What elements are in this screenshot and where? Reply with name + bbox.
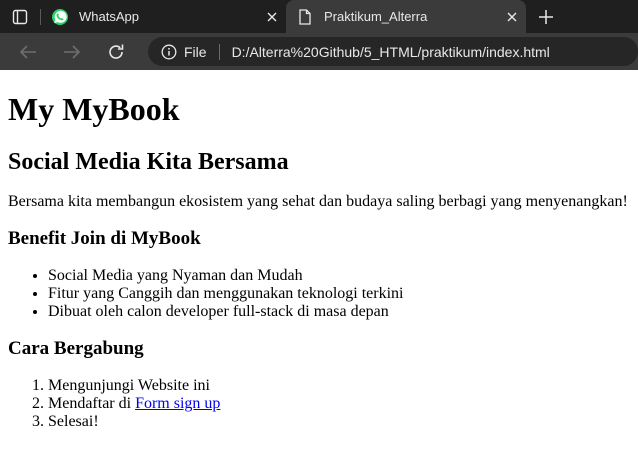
new-tab-button[interactable] — [526, 0, 566, 33]
back-button[interactable] — [10, 36, 46, 68]
close-tab-button[interactable] — [498, 3, 526, 31]
close-icon — [507, 12, 517, 21]
signup-form-link[interactable]: Form sign up — [135, 395, 220, 412]
info-icon[interactable] — [160, 43, 178, 61]
scheme-label: File — [184, 43, 207, 60]
document-icon — [296, 8, 314, 26]
step-text: Mendaftar di — [48, 395, 136, 412]
tab-praktikum-alterra[interactable]: Praktikum_Alterra — [286, 0, 526, 33]
intro-paragraph: Bersama kita membangun ekosistem yang se… — [8, 193, 628, 210]
tab-strip: WhatsApp Praktikum_Alterra — [0, 0, 638, 33]
reload-icon — [109, 44, 124, 59]
browser-toolbar: File D:/Alterra%20Github/5_HTML/praktiku… — [0, 33, 638, 70]
list-item: Mendaftar di Form sign up — [48, 395, 638, 413]
forward-button[interactable] — [54, 36, 90, 68]
join-heading: Cara Bergabung — [8, 338, 144, 359]
page-content: My MyBook Social Media Kita Bersama Bers… — [0, 70, 638, 454]
tab-title: WhatsApp — [79, 9, 139, 24]
benefits-list: Social Media yang Nyaman dan Mudah Fitur… — [8, 267, 638, 321]
reload-button[interactable] — [98, 36, 134, 68]
close-icon — [267, 12, 277, 21]
arrow-right-icon — [64, 44, 81, 59]
tab-title: Praktikum_Alterra — [324, 9, 428, 24]
close-tab-button[interactable] — [258, 3, 286, 31]
list-item: Selesai! — [48, 413, 638, 431]
plus-icon — [539, 9, 553, 24]
list-item: Dibuat oleh calon developer full-stack d… — [48, 303, 638, 321]
url-text[interactable]: D:/Alterra%20Github/5_HTML/praktikum/ind… — [232, 44, 550, 60]
list-item: Fitur yang Canggih dan menggunakan tekno… — [48, 285, 638, 303]
page-subtitle: Social Media Kita Bersama — [8, 149, 289, 175]
benefits-heading: Benefit Join di MyBook — [8, 228, 201, 249]
address-bar[interactable]: File D:/Alterra%20Github/5_HTML/praktiku… — [148, 37, 638, 66]
tab-whatsapp[interactable]: WhatsApp — [41, 0, 286, 33]
page-title: My MyBook — [8, 91, 180, 127]
tab-actions-button[interactable] — [0, 0, 40, 33]
whatsapp-icon — [51, 8, 69, 26]
join-steps-list: Mengunjungi Website ini Mendaftar di For… — [8, 377, 638, 431]
list-item: Mengunjungi Website ini — [48, 377, 638, 395]
list-item: Social Media yang Nyaman dan Mudah — [48, 267, 638, 285]
arrow-left-icon — [19, 44, 36, 59]
tab-actions-icon — [12, 9, 28, 24]
address-divider — [218, 43, 220, 60]
